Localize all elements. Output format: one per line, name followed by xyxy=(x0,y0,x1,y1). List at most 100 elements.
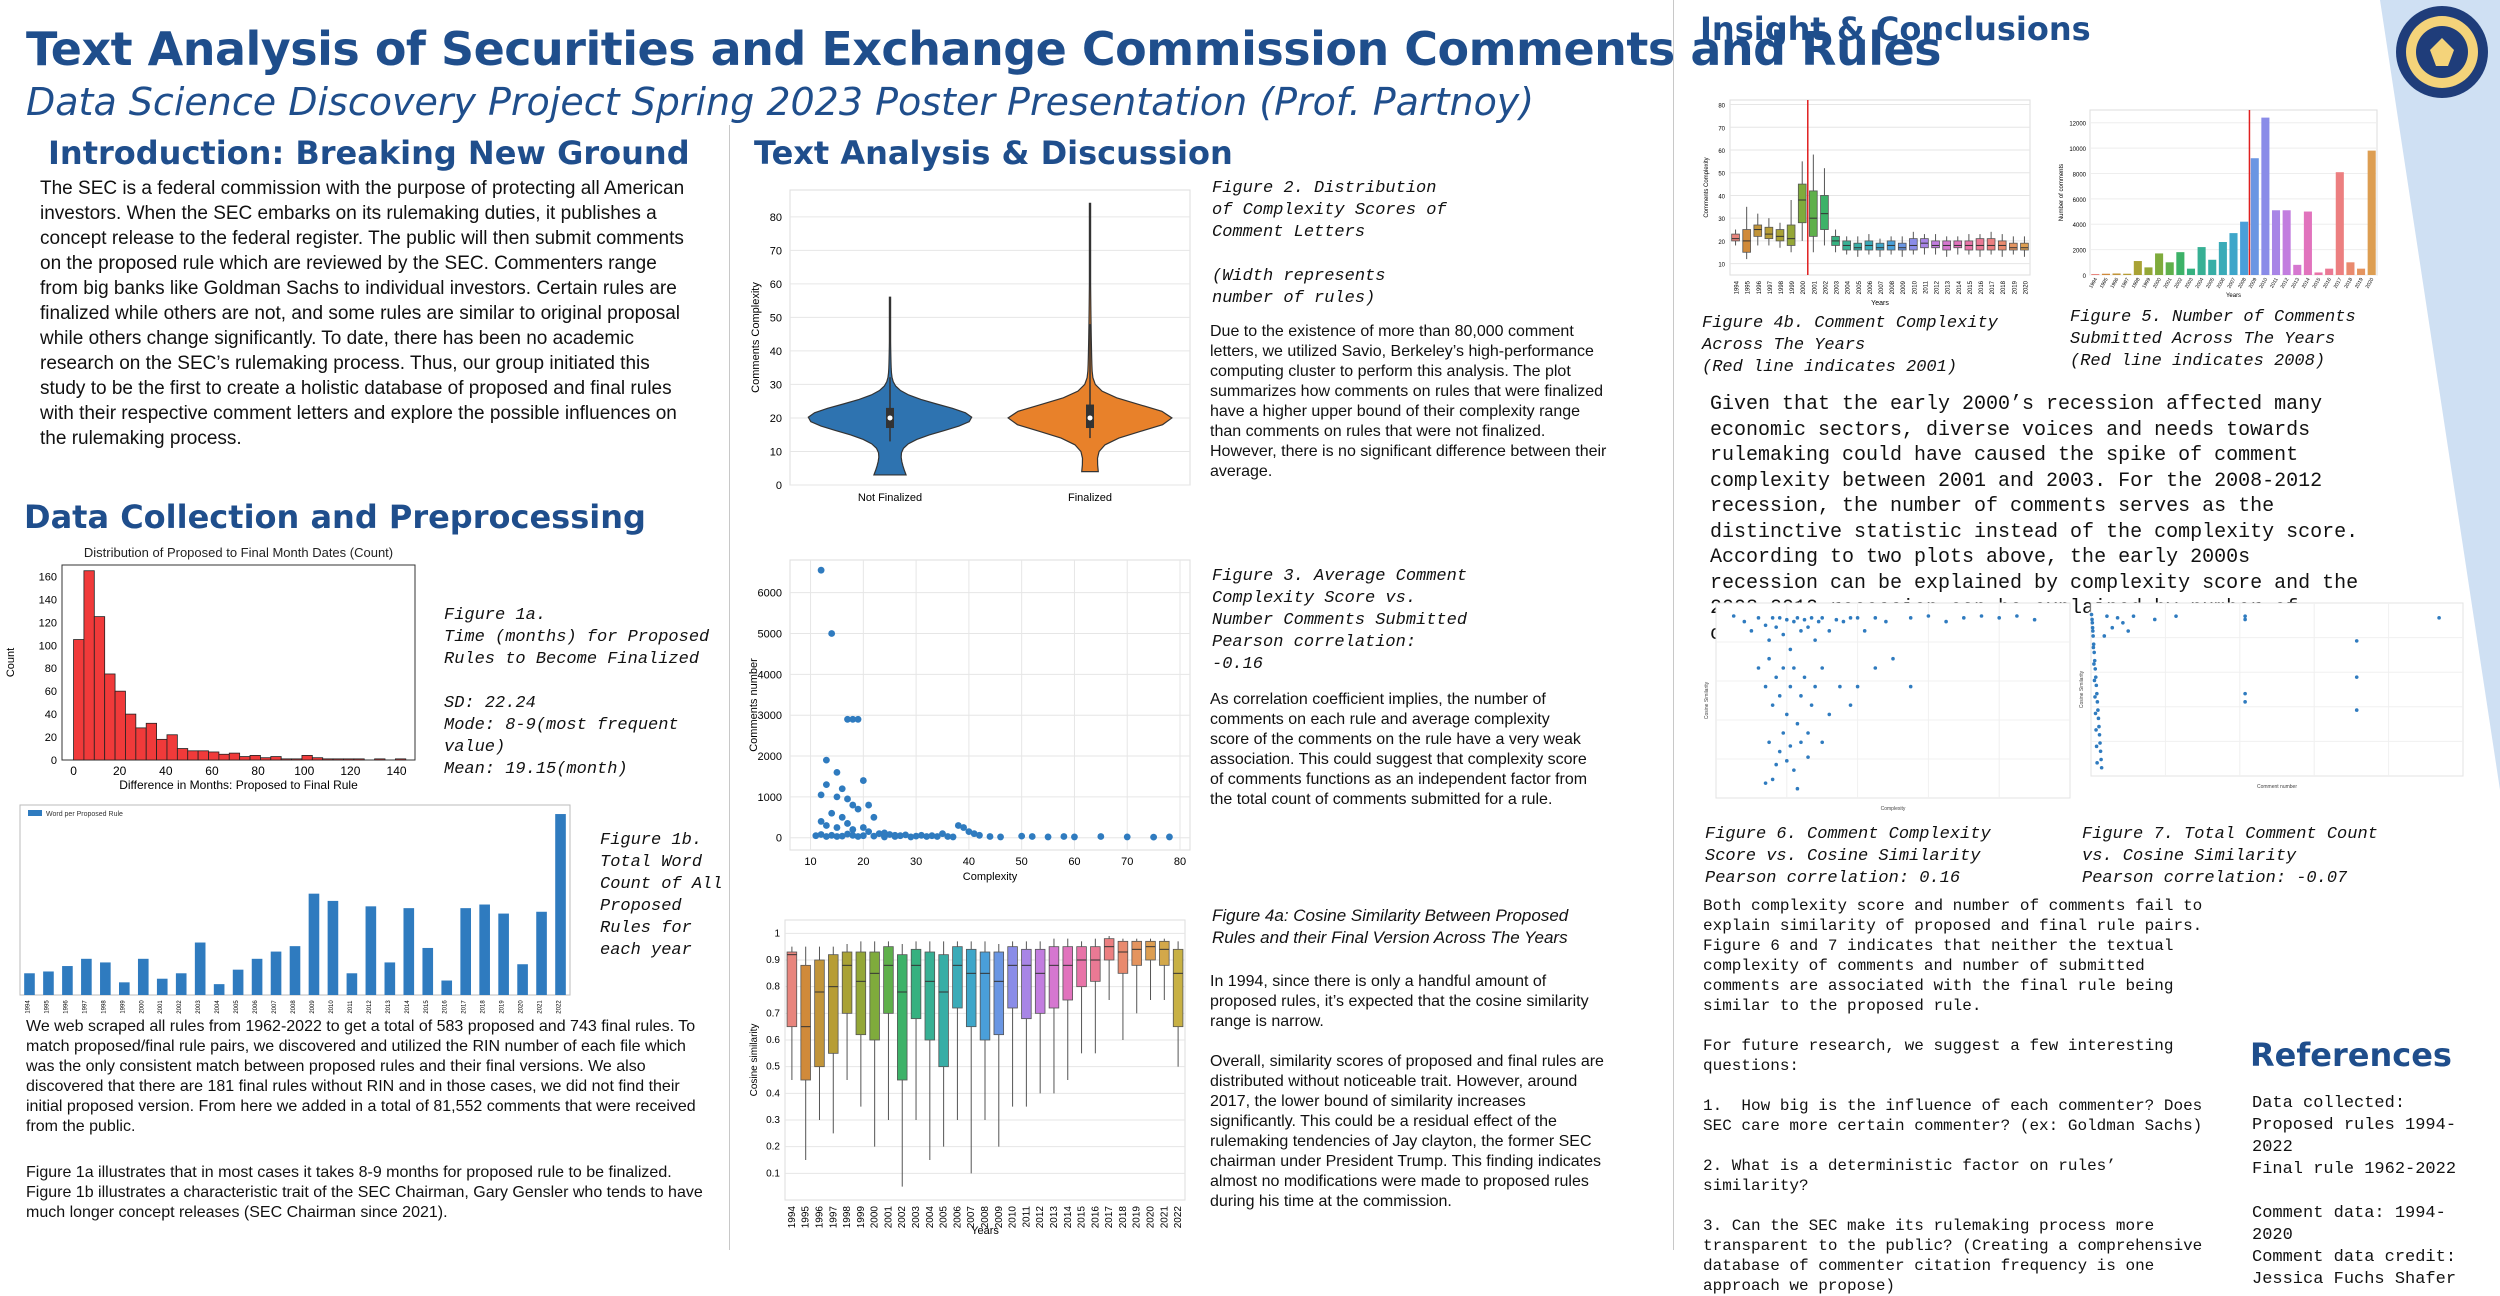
x-tick-label: 2017 xyxy=(1104,1206,1115,1229)
y-tick-label: 4000 xyxy=(2073,223,2087,229)
box-body xyxy=(1775,229,1785,242)
x-tick-label: 2002 xyxy=(2173,277,2184,290)
violin-median xyxy=(887,415,893,421)
scatter-point xyxy=(907,833,915,841)
figure-3-caption: Figure 3. Average Comment Complexity Sco… xyxy=(1212,567,1468,674)
box-body xyxy=(828,954,839,1054)
scatter-point xyxy=(881,833,888,841)
box-body xyxy=(965,948,977,1028)
scatter-point xyxy=(1799,629,1803,633)
comment-count-bar xyxy=(2229,233,2238,275)
box-body xyxy=(1007,946,1018,1009)
y-tick-label: 2000 xyxy=(2073,249,2087,255)
figure-3-scatter-plot: 0 1000 2000 3000 4000 5000 6000 10 20 30 40 50 60 70 8… xyxy=(748,559,1191,883)
data-collection-text-2: Figure 1a illustrates that in most cases… xyxy=(26,1164,703,1221)
scatter-point xyxy=(1763,781,1768,785)
x-tick-label: 2014 xyxy=(2301,277,2312,290)
x-tick-label: 2003 xyxy=(911,1206,922,1229)
box-body xyxy=(952,946,963,1009)
comment-count-bar xyxy=(2314,272,2323,275)
box-body xyxy=(1764,226,1774,240)
y-axis-label: Number of comments xyxy=(2059,164,2065,221)
x-axis-label: Comment number xyxy=(2257,784,2297,788)
x-tick-label: 2000 xyxy=(139,1000,145,1014)
histogram-bar xyxy=(125,713,137,761)
word-count-bar xyxy=(479,904,490,995)
scatter-point xyxy=(1770,703,1775,707)
scatter-point xyxy=(2091,634,2095,638)
word-count-bar xyxy=(100,962,111,995)
scatter-point xyxy=(1777,616,1782,620)
scatter-point xyxy=(2097,724,2101,729)
figure-4a-box-plot: 0.1 0.2 0.3 0.4 0.5 0.6 0.7 0.8 0.9 1 1994 1995 1996… xyxy=(749,919,1186,1237)
scatter-point xyxy=(1777,694,1782,698)
x-tick-label: 1995 xyxy=(1746,280,1752,294)
scatter-point xyxy=(2354,675,2359,679)
comment-count-bar xyxy=(2208,259,2217,275)
histogram-bar xyxy=(374,758,386,761)
scatter-point xyxy=(2094,683,2099,688)
figure-5-caption: Figure 5. Number of Comments Submitted A… xyxy=(2070,308,2356,371)
scatter-point xyxy=(1166,833,1173,841)
y-tick-label: 10000 xyxy=(2069,147,2086,153)
scatter-point xyxy=(1044,833,1052,841)
scatter-point xyxy=(822,756,830,764)
word-count-bar xyxy=(422,947,434,995)
scatter-point xyxy=(1820,616,1824,620)
word-count-bar xyxy=(327,900,339,995)
x-axis-label: Years xyxy=(1871,300,1889,307)
scatter-point xyxy=(1813,638,1817,642)
scatter-point xyxy=(2131,614,2136,618)
x-tick-label: 1994 xyxy=(25,1000,31,1014)
box-body xyxy=(993,951,1005,1036)
word-count-bar xyxy=(441,980,453,995)
box-body xyxy=(883,946,894,1014)
box-body xyxy=(1145,940,1156,961)
comment-count-bar xyxy=(2335,172,2344,275)
scatter-point xyxy=(1060,833,1068,840)
scatter-point xyxy=(2098,741,2102,745)
x-tick-label: 2010 xyxy=(1912,280,1918,294)
x-tick-label: 1995 xyxy=(44,1000,50,1014)
x-tick-label: 2001 xyxy=(158,1000,164,1014)
scatter-point xyxy=(2093,711,2098,716)
box-body xyxy=(1820,195,1829,230)
y-tick-label: 1 xyxy=(774,928,780,939)
scatter-point xyxy=(2096,716,2101,721)
y-tick-label: 60 xyxy=(770,279,782,291)
x-axis-label: Years xyxy=(971,1225,999,1237)
box-body xyxy=(1034,948,1046,1014)
y-tick-label: 70 xyxy=(770,245,782,257)
x-tick-label: 2006 xyxy=(253,1000,259,1014)
histogram-bar xyxy=(187,750,199,761)
x-tick-label: 1994 xyxy=(2088,277,2099,290)
x-tick-label: 2001 xyxy=(2163,277,2174,290)
y-tick-label: 3000 xyxy=(758,710,782,722)
x-tick-label: 1997 xyxy=(1768,280,1774,294)
histogram-bar xyxy=(260,757,272,761)
histogram-bar xyxy=(322,758,334,761)
scatter-point xyxy=(2094,744,2099,749)
scatter-point xyxy=(1908,684,1913,689)
column-divider-1 xyxy=(729,125,730,1250)
scatter-point xyxy=(2096,708,2100,712)
word-count-bar xyxy=(555,814,566,995)
x-tick-label: 1996 xyxy=(814,1206,825,1229)
scatter-point xyxy=(2089,612,2094,617)
x-tick-label: 2021 xyxy=(1159,1206,1170,1229)
scatter-point xyxy=(1827,629,1832,633)
scatter-point xyxy=(859,832,867,840)
y-axis-label: Count xyxy=(5,648,17,677)
x-tick-label: 2017 xyxy=(1990,280,1996,294)
comment-count-bar xyxy=(2101,273,2110,275)
scatter-point xyxy=(1908,616,1913,620)
word-count-bar xyxy=(43,971,54,995)
y-tick-label: 160 xyxy=(39,571,57,583)
scatter-point xyxy=(1028,833,1036,840)
scatter-point xyxy=(1891,656,1895,661)
word-count-bar xyxy=(24,973,35,995)
x-tick-label: 2016 xyxy=(1090,1206,1101,1229)
figure-4b-caption: Figure 4b. Comment Complexity Across The… xyxy=(1702,314,1998,377)
x-tick-label: 2018 xyxy=(2001,280,2007,294)
scatter-point xyxy=(2243,691,2247,696)
